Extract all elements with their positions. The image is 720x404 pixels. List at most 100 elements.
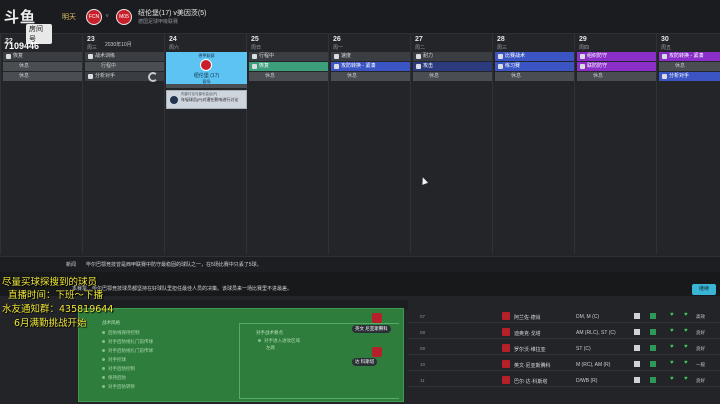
slot-7-0[interactable]: 组织防守 [577, 52, 656, 61]
away-badge-text: M05 [119, 14, 129, 20]
match-day-card[interactable]: 德甲联赛 纽伦堡 (17) 客场 [166, 52, 247, 84]
slot-7-1[interactable]: 联防防守 [577, 62, 656, 71]
day-col-1[interactable]: 23 周三 2030年10月 战术训练 行程中 分析对手 [82, 34, 164, 254]
slot-3-0[interactable]: 行程中 [249, 52, 328, 61]
table-row[interactable]: 10 英文·尼亚斯腾科 M (RC), AM (R) ♥ ♥ 一般 [408, 358, 720, 371]
slot-7-2[interactable]: 休息 [577, 72, 656, 81]
tomorrow-label[interactable]: 明天 [62, 12, 76, 22]
opponent-tactic-item[interactable]: 左路 [266, 345, 275, 351]
defending-icon [580, 54, 585, 59]
news-ticker[interactable]: 新闻 毕尔巴鄂竞技曾是西甲联赛中防守最稳固的球队之一，在5场比赛中只丢了5球。 [0, 256, 720, 272]
slot-label: 战术训练 [95, 53, 116, 59]
match-day-rest-slot[interactable] [166, 84, 247, 88]
fitness-icon [650, 377, 656, 383]
player-name[interactable]: 迪奥克·戈塔 [514, 330, 541, 337]
bullet-icon [102, 340, 105, 344]
opponent-tactic-label: 对手进入进攻区域 [264, 338, 300, 343]
slot-8-2[interactable]: 分析对手 [659, 72, 720, 81]
match-practice-icon [498, 64, 503, 69]
slot-5-2[interactable]: 休息 [413, 72, 492, 81]
tactic-item[interactable]: 对手后防线扎门前传球 [102, 339, 153, 345]
slot-1-1[interactable]: 行程中 [85, 62, 164, 71]
player-shirt-icon[interactable] [372, 347, 382, 357]
slot-5-1[interactable]: 攻击 [413, 62, 492, 71]
day-col-5[interactable]: 27 周二 耐力 攻击 休息 [410, 34, 492, 254]
day-number: 26 [333, 36, 341, 43]
heart-icon: ♥ [670, 328, 674, 334]
bullet-icon [102, 376, 105, 380]
slot-4-1[interactable]: 攻防转换 - 紧凑 [331, 62, 410, 71]
day-col-7[interactable]: 29 周四 组织防守 联防防守 休息 [574, 34, 656, 254]
day-name: 周二 [415, 45, 426, 51]
defending-icon [580, 64, 585, 69]
day-name: 周三 [497, 45, 508, 51]
slot-8-0[interactable]: 攻防转换 - 紧凑 [659, 52, 720, 61]
slot-label: 速度 [341, 53, 352, 59]
tactic-item[interactable]: 对手后防线扎门前传球 [102, 348, 153, 354]
table-row[interactable]: 08 迪奥克·戈塔 AM (RLC), ST (C) ♥ ♥ 良好 [408, 326, 720, 339]
tactic-item[interactable]: 对手控球 [102, 357, 153, 363]
slot-8-1[interactable]: 休息 [659, 62, 720, 71]
player-position: ST (C) [576, 346, 591, 352]
day-name: 周三 [87, 45, 98, 51]
next-match-title[interactable]: 纽伦堡(17) v美因茨(5) [138, 8, 206, 18]
slot-label: 恢复 [259, 63, 270, 69]
player-shirt-icon[interactable] [372, 313, 382, 323]
tactic-item[interactable]: 对手后防控制 [102, 366, 153, 372]
match-card-opponent: 纽伦堡 (17) [193, 73, 220, 79]
stream-overlay-line-3: 水友通知群：435819644 [2, 304, 114, 315]
tactic-item[interactable]: 保持后防 [102, 375, 153, 381]
training-icon [88, 54, 93, 59]
table-row[interactable]: 09 罗尔沃·维拉亚 ST (C) ♥ ♥ 良好 [408, 342, 720, 355]
tactic-item[interactable]: 对手后防转移 [102, 384, 153, 390]
tactic-item[interactable]: 后防线保持控制 [102, 330, 153, 336]
continue-button[interactable]: 继续 [692, 284, 716, 295]
slot-6-0[interactable]: 比赛战术 [495, 52, 574, 61]
player-name[interactable]: 罗尔沃·维拉亚 [514, 346, 546, 353]
condition-icon [634, 345, 640, 351]
slot-3-2[interactable]: 休息 [249, 72, 328, 81]
slot-0-1[interactable]: 休息 [3, 62, 82, 71]
player-status: 良好 [696, 330, 705, 335]
slot-0-0[interactable]: 恢复 [3, 52, 82, 61]
opponent-tactic-item[interactable]: 对手进入进攻区域 [258, 338, 300, 344]
slot-4-2[interactable]: 休息 [331, 72, 410, 81]
slot-4-0[interactable]: 速度 [331, 52, 410, 61]
shirt-icon [502, 344, 510, 352]
slot-3-1[interactable]: 恢复 [249, 62, 328, 71]
slot-0-2[interactable]: 休息 [3, 72, 82, 81]
table-row[interactable]: 07 阿兰佐·德肖 DM, M (C) ♥ ♥ 高效 [408, 310, 720, 323]
day-name: 周一 [333, 45, 344, 51]
tactic-item-label: 保持后防 [108, 375, 126, 380]
home-badge-text: FCN [88, 14, 100, 20]
transition-icon [662, 54, 667, 59]
player-position: D/WB (R) [576, 378, 598, 384]
tactic-item-label: 后防线保持控制 [108, 330, 140, 335]
heart-icon: ♥ [670, 344, 674, 350]
training-icon [416, 54, 421, 59]
stream-overlay-line-4: 6月满勤挑战开始 [14, 318, 87, 329]
top-bar: 斗鱼 房间号 明天 FCN v M05 纽伦堡(17) v美因茨(5) 德国足球… [0, 0, 720, 44]
day-col-3[interactable]: 25 周日 行程中 恢复 休息 [246, 34, 328, 254]
player-marker-b[interactable]: 达 科斯塔 [352, 358, 378, 366]
bullet-icon [102, 349, 105, 353]
player-name[interactable]: 英文·尼亚斯腾科 [514, 362, 551, 369]
tactics-items: 后防线保持控制 对手后防线扎门前传球 对手后防线扎门前传球 对手控球 对手后防控… [102, 330, 153, 390]
slot-6-1[interactable]: 练习赛 [495, 62, 574, 71]
day-col-8[interactable]: 30 周五 攻防转换 - 紧凑 休息 分析对手 [656, 34, 720, 254]
day-col-6[interactable]: 28 周三 比赛战术 练习赛 休息 [492, 34, 574, 254]
slot-5-0[interactable]: 耐力 [413, 52, 492, 61]
slot-6-2[interactable]: 休息 [495, 72, 574, 81]
table-row[interactable]: 11 巴尔·达·科斯塔 D/WB (R) ♥ ♥ 良好 [408, 374, 720, 387]
day-col-4[interactable]: 26 周一 速度 攻防转换 - 紧凑 休息 [328, 34, 410, 254]
news-event-card[interactable]: 内部讨论与部长会议(P) 年轻球员(P)对潜在影响进行讨论 [166, 90, 247, 109]
slot-1-0[interactable]: 战术训练 [85, 52, 164, 61]
day-col-0[interactable]: 22 恢复 休息 休息 [0, 34, 82, 254]
player-name[interactable]: 阿兰佐·德肖 [514, 314, 541, 321]
schedule-calendar: 22 恢复 休息 休息 23 周三 2030年10月 战术训练 行程中 分析对手… [0, 34, 720, 254]
shirt-icon [502, 312, 510, 320]
player-name[interactable]: 巴尔·达·科斯塔 [514, 378, 547, 385]
training-icon [334, 54, 339, 59]
slot-label: 攻防转换 - 紧凑 [669, 53, 704, 59]
player-marker-a[interactable]: 英文 尼亚斯腾科 [352, 325, 391, 333]
